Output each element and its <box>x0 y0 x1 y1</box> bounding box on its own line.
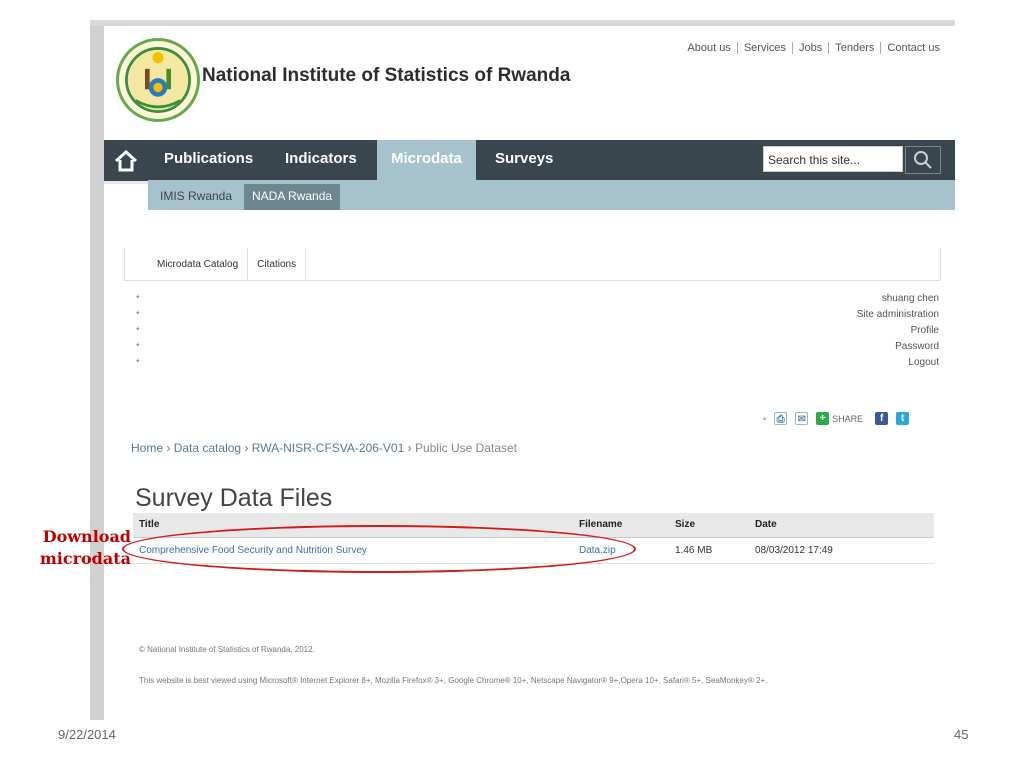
slide-frame-top <box>90 20 955 26</box>
home-icon <box>114 149 138 171</box>
share-label: SHARE <box>832 413 864 424</box>
annotation-line-1: Download <box>42 527 131 546</box>
tabs-right-border <box>940 248 941 281</box>
slide-page-number: 45 <box>954 727 969 742</box>
breadcrumb-separator: › <box>166 441 174 455</box>
breadcrumb: Home › Data catalog › RWA-NISR-CFSVA-206… <box>131 441 517 455</box>
file-date: 08/03/2012 17:49 <box>749 537 934 564</box>
email-icon[interactable]: ✉ <box>795 412 809 425</box>
annotation-label: Download microdata <box>8 526 131 570</box>
nisr-logo[interactable] <box>116 38 200 122</box>
services-link[interactable]: Services <box>736 42 792 54</box>
top-links: About us Services Jobs Tenders Contact u… <box>681 42 940 54</box>
col-date: Date <box>749 513 934 538</box>
breadcrumb-current: Public Use Dataset <box>414 441 517 455</box>
nav-microdata[interactable]: Microdata <box>377 140 476 180</box>
about-us-link[interactable]: About us <box>681 42 736 54</box>
user-name[interactable]: shuang chen <box>857 291 939 307</box>
nav-surveys[interactable]: Surveys <box>481 140 567 180</box>
profile-link[interactable]: Profile <box>857 323 939 339</box>
search-input[interactable]: Search this site... <box>763 146 903 172</box>
col-filename: Filename <box>573 513 669 538</box>
breadcrumb-data-catalog[interactable]: Data catalog <box>174 441 241 455</box>
site-title[interactable]: National Institute of Statistics of Rwan… <box>202 65 570 87</box>
slide-date: 9/22/2014 <box>58 727 116 742</box>
share-toolbar: • ⎙ ✉ + SHARE f t <box>763 412 910 425</box>
twitter-icon[interactable]: t <box>896 412 910 425</box>
logout-link[interactable]: Logout <box>857 355 939 371</box>
page-title: Survey Data Files <box>135 484 333 512</box>
search-button[interactable] <box>905 146 941 174</box>
search-icon <box>914 151 932 169</box>
breadcrumb-home[interactable]: Home <box>131 441 163 455</box>
tenders-link[interactable]: Tenders <box>828 42 880 54</box>
share-button[interactable]: + SHARE <box>816 412 863 425</box>
nav-publications[interactable]: Publications <box>150 140 267 180</box>
print-icon[interactable]: ⎙ <box>774 412 788 425</box>
breadcrumb-study[interactable]: RWA-NISR-CFSVA-206-V01 <box>252 441 404 455</box>
password-link[interactable]: Password <box>857 339 939 355</box>
share-bullet: • <box>763 413 767 424</box>
subnav-nada-rwanda[interactable]: NADA Rwanda <box>244 184 341 210</box>
footer-copyright: © National Institute of Statistics of Rw… <box>139 645 315 654</box>
annotation-line-2: microdata <box>39 549 131 568</box>
breadcrumb-separator: › <box>407 441 415 455</box>
coat-of-arms-icon <box>125 47 191 113</box>
user-menu: shuang chen Site administration Profile … <box>857 291 939 371</box>
tab-citations[interactable]: Citations <box>248 248 307 281</box>
bullet-list: • • • • • <box>136 292 140 367</box>
contact-us-link[interactable]: Contact us <box>880 42 940 54</box>
facebook-icon[interactable]: f <box>875 412 889 425</box>
slide-frame-left <box>90 20 104 720</box>
catalog-tabs: Microdata Catalog Citations <box>124 248 307 281</box>
breadcrumb-separator: › <box>244 441 252 455</box>
footer-browser-note: This website is best viewed using Micros… <box>139 676 768 685</box>
home-button[interactable] <box>104 140 148 184</box>
annotation-highlight-oval <box>122 525 636 573</box>
file-size: 1.46 MB <box>669 537 749 564</box>
subnav-imis-rwanda[interactable]: IMIS Rwanda <box>152 184 240 210</box>
col-size: Size <box>669 513 749 538</box>
site-administration-link[interactable]: Site administration <box>857 307 939 323</box>
plus-icon: + <box>816 412 830 425</box>
jobs-link[interactable]: Jobs <box>792 42 828 54</box>
nav-indicators[interactable]: Indicators <box>271 140 371 180</box>
tab-microdata-catalog[interactable]: Microdata Catalog <box>125 248 249 281</box>
